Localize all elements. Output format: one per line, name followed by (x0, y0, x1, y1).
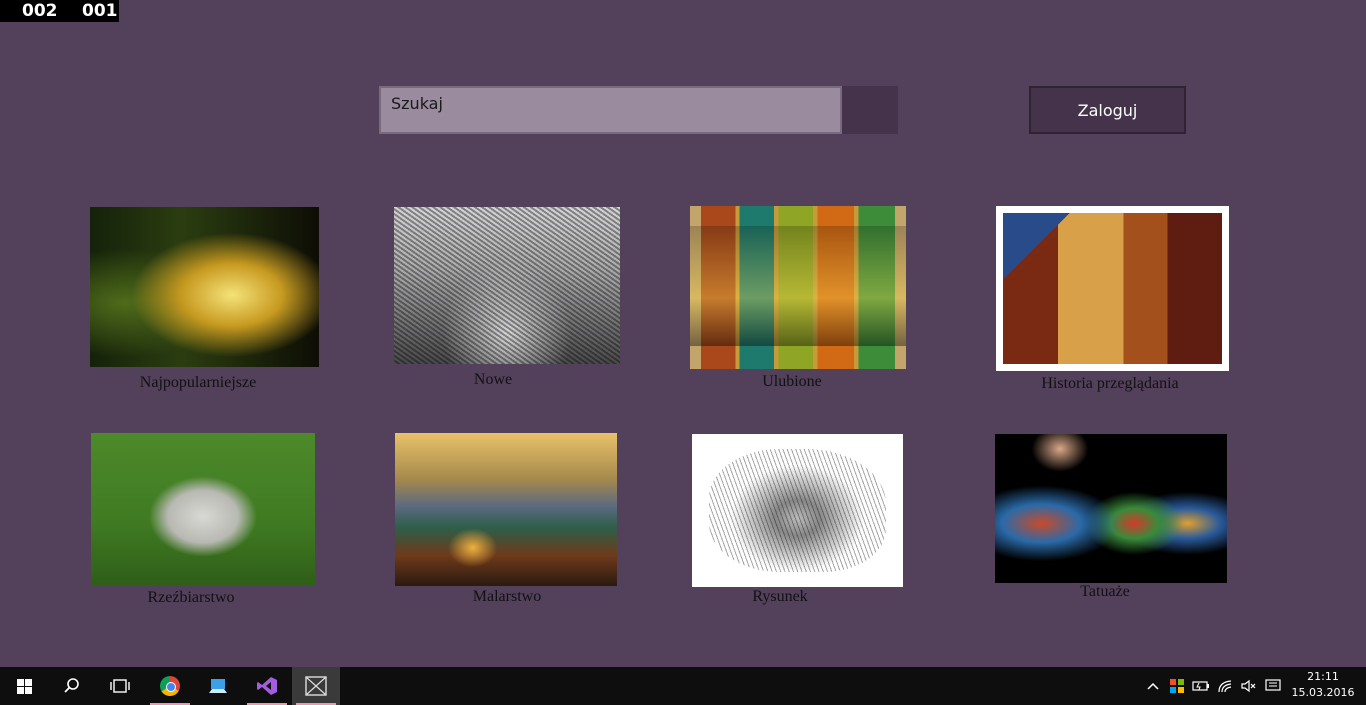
chevron-up-icon[interactable] (1141, 667, 1165, 705)
visual-studio-icon[interactable] (243, 667, 291, 705)
search-input[interactable]: Szukaj (379, 86, 842, 134)
painting-thumbnail[interactable] (395, 433, 617, 586)
taskbar: 21:11 15.03.2016 (0, 667, 1366, 705)
chrome-icon[interactable] (146, 667, 194, 705)
store-icon[interactable] (1165, 667, 1189, 705)
windows-start-icon[interactable] (0, 667, 48, 705)
system-clock[interactable]: 21:11 15.03.2016 (1290, 669, 1356, 701)
sculpture-thumbnail[interactable] (91, 433, 315, 585)
tile-label-drawing[interactable]: Rysunek (752, 588, 807, 606)
wifi-icon[interactable] (1213, 667, 1237, 705)
counter-left: 002 (22, 1, 58, 21)
notifications-icon[interactable] (1261, 667, 1285, 705)
volume-muted-icon[interactable] (1237, 667, 1261, 705)
frame-counter: 002 001 (0, 0, 119, 22)
app-window-icon[interactable] (292, 667, 340, 705)
search-button[interactable] (842, 86, 898, 134)
tile-label-sculpture[interactable]: Rzeźbiarstwo (147, 589, 234, 607)
search-icon[interactable] (48, 667, 96, 705)
power-icon[interactable] (1189, 667, 1213, 705)
clock-date: 15.03.2016 (1291, 686, 1355, 699)
remote-desktop-icon[interactable] (194, 667, 242, 705)
tile-label-favorites[interactable]: Ulubione (762, 373, 822, 391)
popular-thumbnail[interactable] (90, 207, 319, 367)
history-thumbnail[interactable] (996, 206, 1229, 371)
tile-label-history[interactable]: Historia przeglądania (1041, 375, 1178, 393)
new-thumbnail[interactable] (394, 207, 620, 364)
counter-right: 001 (82, 1, 118, 21)
clock-time: 21:11 (1307, 670, 1339, 683)
favorites-thumbnail[interactable] (690, 206, 906, 369)
login-button[interactable]: Zaloguj (1029, 86, 1186, 134)
tile-label-tattoo[interactable]: Tatuaże (1080, 583, 1130, 601)
tile-label-new[interactable]: Nowe (474, 371, 512, 389)
tile-label-popular[interactable]: Najpopularniejsze (140, 374, 256, 392)
task-view-icon[interactable] (96, 667, 144, 705)
drawing-thumbnail[interactable] (692, 434, 903, 587)
tattoo-thumbnail[interactable] (995, 434, 1227, 583)
tile-label-painting[interactable]: Malarstwo (473, 588, 541, 606)
